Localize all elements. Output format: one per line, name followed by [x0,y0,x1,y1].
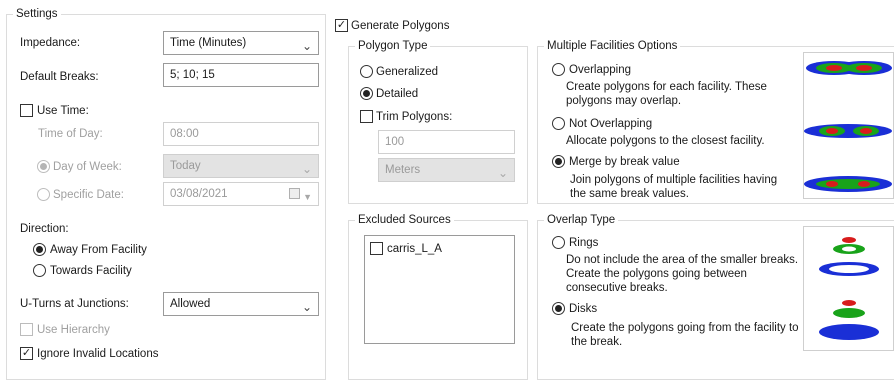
overlapping-description: Create polygons for each facility. These… [566,81,767,107]
time-of-day-input[interactable]: 08:00 [163,122,319,146]
overlapping-radio[interactable] [552,63,565,76]
merge-break-radio[interactable] [552,155,565,168]
day-of-week-label: Day of Week: [53,161,122,173]
excluded-source-checkbox[interactable] [370,242,383,255]
facilities-preview-graphic [804,61,892,192]
chevron-down-icon: ▼ [303,192,312,202]
disks-label: Disks [569,303,598,315]
ignore-invalid-checkbox[interactable]: ✓ [20,347,33,360]
specific-date-radio[interactable] [37,188,50,201]
u-turns-value: Allowed [170,298,211,310]
notoverlap-inner-right [860,128,872,134]
day-of-week-value: Today [170,160,201,172]
not-overlapping-label: Not Overlapping [569,118,653,130]
overlapping-label: Overlapping [569,64,632,76]
use-hierarchy-checkbox[interactable] [20,323,33,336]
direction-towards-label: Towards Facility [50,265,132,277]
chevron-down-icon: ⌄ [301,39,312,53]
polygon-type-legend: Polygon Type [358,40,428,52]
rings-label: Rings [569,237,599,249]
use-hierarchy-label: Use Hierarchy [37,324,110,336]
disks-description: Create the polygons going from the facil… [571,322,799,348]
trim-units-value: Meters [385,164,421,176]
excluded-sources-legend: Excluded Sources [358,214,451,226]
direction-away-label: Away From Facility [50,244,147,256]
overlap-inner-right [856,65,872,71]
chevron-down-icon: ⌄ [497,166,508,180]
overlap-preview-graphic [819,237,879,340]
settings-legend: Settings [16,8,58,20]
u-turns-select[interactable]: Allowed ⌄ [163,292,319,316]
ignore-invalid-label: Ignore Invalid Locations [37,348,159,360]
use-time-checkbox[interactable] [20,104,33,117]
rings-middle-hole [842,246,856,252]
generate-polygons-label: Generate Polygons [351,20,450,32]
generalized-label: Generalized [376,66,439,78]
disks-inner [842,300,856,306]
trim-units-select[interactable]: Meters ⌄ [378,158,515,182]
default-breaks-label: Default Breaks: [20,71,99,83]
direction-label: Direction: [20,223,69,235]
specific-date-value: 03/08/2021 [170,188,228,200]
overlap-type-legend: Overlap Type [547,214,616,226]
impedance-label: Impedance: [20,37,81,49]
not-overlapping-description: Allocate polygons to the closest facilit… [566,135,765,147]
merge-break-description: Join polygons of multiple facilities hav… [570,174,778,200]
multiple-facilities-legend: Multiple Facilities Options [547,40,678,52]
calendar-icon [289,188,300,199]
facilities-preview-panel [803,52,894,199]
rings-outer-hole [829,265,869,273]
impedance-select[interactable]: Time (Minutes) ⌄ [163,31,319,55]
detailed-label: Detailed [376,88,419,100]
direction-away-radio[interactable] [33,243,46,256]
generate-polygons-checkbox[interactable]: ✓ [335,19,348,32]
time-of-day-value: 08:00 [170,128,199,140]
notoverlap-inner-left [826,128,838,134]
trim-distance-value: 100 [385,136,405,148]
use-time-label: Use Time: [37,105,89,117]
specific-date-label: Specific Date: [53,189,124,201]
detailed-radio[interactable] [360,87,373,100]
default-breaks-input[interactable]: 5; 10; 15 [163,63,319,87]
merge-inner-right [858,181,870,187]
u-turns-label: U-Turns at Junctions: [20,298,129,310]
merge-inner-left [826,181,838,187]
trim-polygons-checkbox[interactable] [360,110,373,123]
rings-inner [842,237,856,243]
default-breaks-value: 5; 10; 15 [170,69,215,81]
day-of-week-radio[interactable] [37,160,50,173]
overlap-inner-left [826,65,842,71]
trim-distance-input[interactable]: 100 [378,130,515,154]
overlap-preview-panel [803,226,894,351]
disks-radio[interactable] [552,302,565,315]
time-of-day-label: Time of Day: [38,128,103,140]
rings-description: Do not include the area of the smaller b… [566,254,799,294]
direction-towards-radio[interactable] [33,264,46,277]
specific-date-picker[interactable]: 03/08/2021 ▼ [163,182,319,206]
generalized-radio[interactable] [360,65,373,78]
day-of-week-select[interactable]: Today ⌄ [163,154,319,178]
chevron-down-icon: ⌄ [301,300,312,314]
merge-middle [816,179,880,189]
chevron-down-icon: ⌄ [301,162,312,176]
impedance-value: Time (Minutes) [170,37,247,49]
excluded-source-label: carris_L_A [387,243,442,255]
rings-radio[interactable] [552,236,565,249]
excluded-sources-list[interactable]: carris_L_A [364,235,515,344]
not-overlapping-radio[interactable] [552,117,565,130]
disks-outer [819,324,879,340]
disks-middle [833,308,865,318]
merge-break-label: Merge by break value [569,156,680,168]
trim-polygons-label: Trim Polygons: [376,111,453,123]
